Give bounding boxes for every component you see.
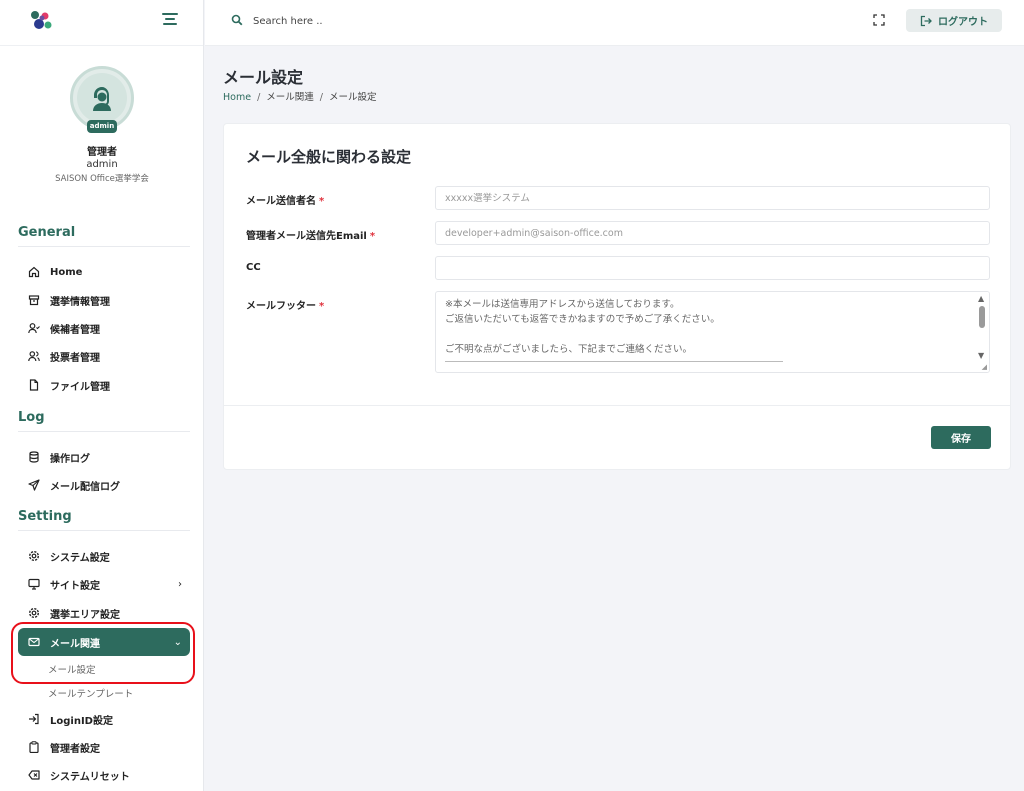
sidebar-item-files[interactable]: ファイル管理 [18,372,190,398]
clipboard-icon [29,741,39,753]
textarea-scrollbar[interactable]: ▲ ▼ [976,292,989,372]
menu-toggle-icon[interactable] [162,13,178,27]
sidebar-subitem-mail-template[interactable]: メールテンプレート [48,686,133,700]
card-divider [224,405,1010,406]
login-icon [29,713,39,725]
cc-field[interactable] [435,256,990,280]
sidebar-header [0,0,203,46]
sidebar-item-label: 選挙エリア設定 [50,609,120,621]
sidebar-item-label: メール関連 [50,638,100,650]
sidebar-item-label: メール配信ログ [50,481,120,493]
role-badge: admin [87,120,117,133]
sidebar-item-label: 投票者管理 [50,352,100,364]
sidebar-item-mail-log[interactable]: メール配信ログ [18,472,190,498]
section-log: Log [18,410,190,432]
sidebar-item-mail[interactable]: メール関連 ⌄ [18,628,190,656]
breadcrumb: Home / メール関連 / メール設定 [223,92,377,103]
home-icon [28,266,40,278]
mail-icon [28,637,40,647]
admin-email-label: 管理者メール送信先Email * [246,231,376,242]
sidebar-item-site-settings[interactable]: サイト設定 › [18,571,190,597]
sidebar-item-operation-log[interactable]: 操作ログ [18,444,190,470]
logout-button[interactable]: ログアウト [906,9,1002,32]
scroll-up-icon[interactable]: ▲ [978,294,984,303]
footer-separator [445,361,783,362]
profile-organization: SAISON Office選挙学会 [55,174,149,184]
sidebar-item-label: システムリセット [50,771,130,783]
footer-textarea[interactable]: ※本メールは送信専用アドレスから送信しております。 ご返信いただいても返答できか… [435,291,990,373]
sidebar-subitem-mail-settings[interactable]: メール設定 [48,662,96,676]
sidebar-item-label: 選挙情報管理 [50,296,110,308]
avatar: admin [70,66,134,133]
section-setting: Setting [18,509,190,531]
search-icon [231,14,243,26]
sidebar-item-label: 管理者設定 [50,743,100,755]
sender-name-label: メール送信者名 * [246,196,325,207]
card-title: メール全般に関わる設定 [246,148,412,166]
search-input[interactable] [253,12,453,30]
profile-name: 管理者 [87,147,117,158]
breadcrumb-mail[interactable]: メール関連 [266,92,314,103]
support-agent-icon [93,87,111,111]
page-title: メール設定 [223,68,304,87]
section-general: General [18,225,190,247]
resize-grip-icon[interactable]: ◢ [982,363,987,371]
chevron-right-icon: › [178,578,182,590]
cc-label: CC [246,262,261,273]
sidebar-item-label: サイト設定 [50,580,100,592]
users-icon [28,351,40,362]
sidebar-item-admin-settings[interactable]: 管理者設定 [18,734,190,760]
sidebar-item-label: Home [50,266,83,278]
database-icon [29,451,39,463]
sidebar-item-label: 操作ログ [50,453,90,465]
scrollbar-thumb[interactable] [979,306,985,328]
sidebar-item-system-reset[interactable]: システムリセット [18,762,190,788]
sidebar-item-area-settings[interactable]: 選挙エリア設定 [18,600,190,626]
fullscreen-icon[interactable] [873,14,885,26]
archive-icon [28,295,40,306]
breadcrumb-current: メール設定 [328,92,377,103]
sidebar-item-system-settings[interactable]: システム設定 [18,543,190,569]
sidebar-item-label: システム設定 [50,552,110,564]
sidebar-item-label: 候補者管理 [50,324,100,336]
user-check-icon [28,323,40,334]
gear-icon [28,607,40,619]
sidebar-item-loginid-settings[interactable]: LoginID設定 [18,706,190,732]
send-icon [28,479,40,491]
file-icon [29,379,39,391]
sender-name-field[interactable] [435,186,990,210]
sidebar: admin 管理者 admin SAISON Office選挙学会 Genera… [0,0,204,791]
gear-icon [28,550,40,562]
logout-label: ログアウト [938,17,988,28]
profile-username: admin [86,159,118,170]
topbar: ログアウト [205,0,1024,46]
sidebar-item-voters[interactable]: 投票者管理 [18,343,190,369]
sidebar-item-candidates[interactable]: 候補者管理 [18,315,190,341]
breadcrumb-home[interactable]: Home [223,92,251,103]
footer-label: メールフッター * [246,301,325,312]
sidebar-item-home[interactable]: Home [18,259,190,285]
scroll-down-icon[interactable]: ▼ [978,351,984,360]
monitor-icon [28,578,40,590]
sidebar-item-label: ファイル管理 [50,381,110,393]
backspace-icon [28,770,40,780]
chevron-down-icon: ⌄ [173,636,182,648]
sidebar-item-election-info[interactable]: 選挙情報管理 [18,287,190,313]
user-profile: admin 管理者 admin SAISON Office選挙学会 [0,66,204,184]
save-button[interactable]: 保存 [931,426,991,449]
mail-settings-card: メール全般に関わる設定 メール送信者名* 管理者メール送信先Email* CC … [223,123,1011,470]
app-logo-icon[interactable] [30,10,54,32]
admin-email-field[interactable] [435,221,990,245]
sidebar-item-label: LoginID設定 [50,715,113,727]
logout-icon [920,15,932,26]
